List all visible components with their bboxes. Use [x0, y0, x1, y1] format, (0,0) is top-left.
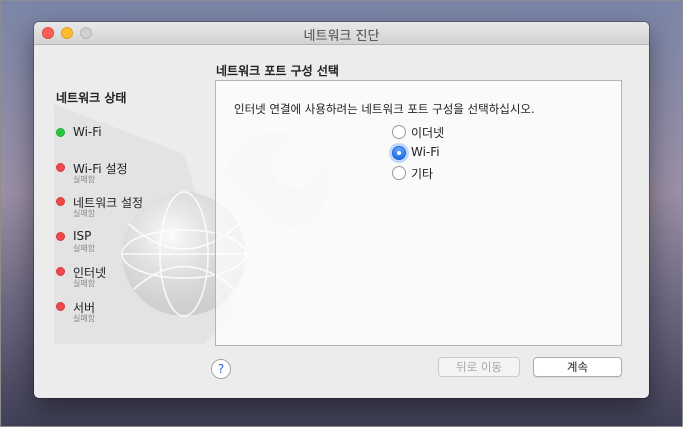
title-bar[interactable]: 네트워크 진단	[34, 22, 649, 45]
radio-label[interactable]: 이더넷	[411, 124, 444, 141]
section-title: 네트워크 포트 구성 선택	[216, 64, 339, 78]
status-failed-icon	[56, 163, 65, 172]
sidebar-item-status: 실패함	[73, 279, 96, 288]
radio-label[interactable]: Wi-Fi	[411, 145, 440, 159]
network-diagnostics-window: 네트워크 진단 네트워크 상태 Wi-Fi Wi-Fi 설정 실패함 네트워크 …	[34, 22, 649, 398]
sidebar-item-label: Wi-Fi	[73, 125, 102, 139]
window-title: 네트워크 진단	[303, 29, 380, 44]
radio-button[interactable]	[392, 125, 406, 139]
continue-button[interactable]: 계속	[533, 357, 622, 377]
sidebar-item-status: 실패함	[73, 209, 96, 218]
sidebar-item-status: 실패함	[73, 175, 96, 184]
radio-label[interactable]: 기타	[411, 165, 433, 182]
radio-button[interactable]	[392, 166, 406, 180]
radio-button-selected[interactable]	[392, 146, 406, 160]
instruction-text: 인터넷 연결에 사용하려는 네트워크 포트 구성을 선택하십시오.	[234, 102, 535, 116]
sidebar-item-status: 실패함	[73, 244, 96, 253]
status-failed-icon	[56, 197, 65, 206]
status-ok-icon	[56, 128, 65, 137]
port-configuration-panel: 인터넷 연결에 사용하려는 네트워크 포트 구성을 선택하십시오. 이더넷 Wi…	[215, 80, 622, 346]
sidebar-title: 네트워크 상태	[56, 91, 127, 105]
status-failed-icon	[56, 232, 65, 241]
status-failed-icon	[56, 267, 65, 276]
sidebar-item-label: ISP	[73, 229, 92, 243]
help-button[interactable]: ?	[211, 359, 231, 379]
sidebar-item-status: 실패함	[73, 314, 96, 323]
status-failed-icon	[56, 302, 65, 311]
go-back-button[interactable]: 뒤로 이동	[438, 357, 520, 377]
